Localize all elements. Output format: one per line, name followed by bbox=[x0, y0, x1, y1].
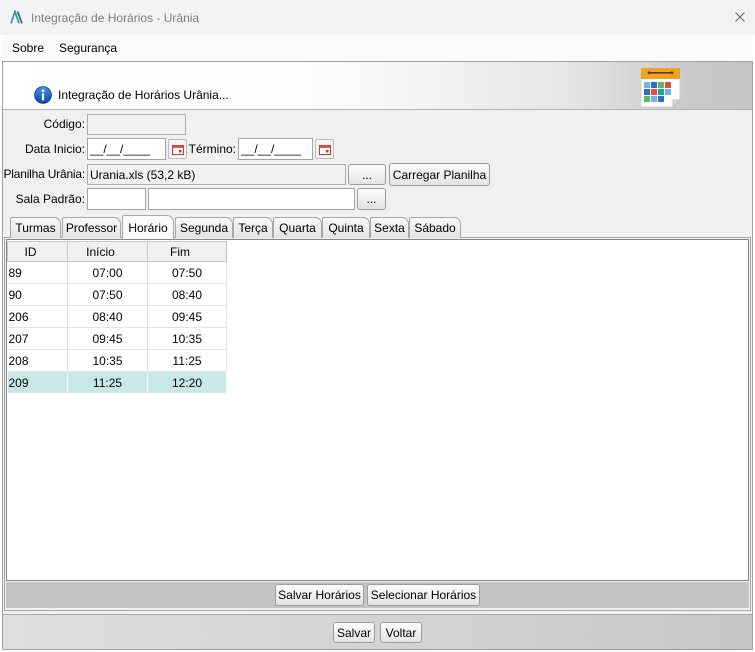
schedule-actions-bar: Salvar Horários Selecionar Horários bbox=[6, 582, 749, 608]
salvar-horarios-button[interactable]: Salvar Horários bbox=[275, 584, 364, 606]
calendar-icon bbox=[171, 144, 184, 155]
tab-strip: Turmas Professor Horário Segunda Terça Q… bbox=[10, 215, 470, 239]
cell-inicio: 11:25 bbox=[67, 371, 148, 394]
cell-id: 89 bbox=[7, 261, 68, 284]
window-body: Integração de Horários Urânia... Código: bbox=[2, 61, 753, 650]
table-row[interactable]: 206 08:40 09:45 bbox=[7, 305, 227, 328]
cell-id: 90 bbox=[7, 283, 68, 306]
cell-fim: 10:35 bbox=[147, 327, 227, 350]
menu-sobre[interactable]: Sobre bbox=[12, 35, 44, 61]
cell-inicio: 09:45 bbox=[67, 327, 148, 350]
salvar-button[interactable]: Salvar bbox=[333, 622, 375, 643]
cell-inicio: 07:00 bbox=[67, 261, 148, 284]
cell-inicio: 10:35 bbox=[67, 349, 148, 372]
cell-fim: 08:40 bbox=[147, 283, 227, 306]
cell-id: 208 bbox=[7, 349, 68, 372]
title-bar: Integração de Horários - Urânia bbox=[0, 0, 755, 35]
cell-fim: 11:25 bbox=[147, 349, 227, 372]
cell-inicio: 07:50 bbox=[67, 283, 148, 306]
termino-picker-button[interactable] bbox=[315, 139, 334, 159]
sala-padrao-code-field[interactable] bbox=[87, 188, 146, 210]
calendar-icon bbox=[318, 144, 331, 155]
planilha-browse-button[interactable]: ... bbox=[348, 164, 386, 185]
menu-bar: Sobre Segurança bbox=[2, 35, 753, 61]
column-header-fim[interactable]: Fim bbox=[147, 241, 227, 262]
termino-field[interactable] bbox=[238, 138, 313, 160]
planilha-label: Planilha Urânia: bbox=[3, 167, 85, 181]
selecionar-horarios-button[interactable]: Selecionar Horários bbox=[367, 584, 480, 606]
table-row[interactable]: 208 10:35 11:25 bbox=[7, 349, 227, 372]
table-row[interactable]: 89 07:00 07:50 bbox=[7, 261, 227, 284]
app-logo-icon bbox=[10, 10, 23, 24]
cell-fim: 07:50 bbox=[147, 261, 227, 284]
data-inicio-picker-button[interactable] bbox=[168, 139, 187, 159]
cell-inicio: 08:40 bbox=[67, 305, 148, 328]
table-row[interactable]: 207 09:45 10:35 bbox=[7, 327, 227, 350]
tab-turmas[interactable]: Turmas bbox=[10, 217, 61, 238]
footer-bar: Salvar Voltar bbox=[3, 614, 752, 649]
schedule-grid[interactable]: ID Início Fim 89 07:00 07:50 90 07:50 08… bbox=[6, 239, 749, 581]
window-title: Integração de Horários - Urânia bbox=[31, 11, 200, 25]
cell-id: 206 bbox=[7, 305, 68, 328]
cell-id: 209 bbox=[7, 371, 68, 394]
schedule-table: ID Início Fim 89 07:00 07:50 90 07:50 08… bbox=[7, 241, 227, 394]
menu-seguranca[interactable]: Segurança bbox=[59, 35, 117, 61]
carregar-planilha-button[interactable]: Carregar Planilha bbox=[389, 163, 490, 186]
close-button[interactable] bbox=[727, 4, 753, 30]
tab-horario[interactable]: Horário bbox=[122, 215, 174, 239]
tab-panel-horario: ID Início Fim 89 07:00 07:50 90 07:50 08… bbox=[4, 237, 751, 611]
tab-professor[interactable]: Professor bbox=[62, 217, 121, 238]
sala-padrao-name-field[interactable] bbox=[148, 188, 355, 210]
codigo-field[interactable] bbox=[87, 114, 186, 135]
header-banner: Integração de Horários Urânia... bbox=[3, 62, 752, 110]
tab-sexta[interactable]: Sexta bbox=[370, 217, 409, 238]
codigo-label: Código: bbox=[43, 117, 85, 131]
voltar-button[interactable]: Voltar bbox=[380, 622, 422, 643]
table-row[interactable]: 209 11:25 12:20 bbox=[7, 371, 227, 394]
close-icon bbox=[735, 12, 745, 22]
header-title: Integração de Horários Urânia... bbox=[58, 88, 229, 102]
tab-quarta[interactable]: Quarta bbox=[273, 217, 322, 238]
tab-terca[interactable]: Terça bbox=[233, 217, 273, 238]
cell-fim: 12:20 bbox=[147, 371, 227, 394]
planilha-field[interactable] bbox=[87, 164, 346, 185]
sala-padrao-label: Sala Padrão: bbox=[15, 192, 85, 206]
tab-sabado[interactable]: Sábado bbox=[409, 217, 461, 238]
column-header-id[interactable]: ID bbox=[7, 241, 68, 262]
tab-quinta[interactable]: Quinta bbox=[322, 217, 370, 238]
data-inicio-field[interactable] bbox=[87, 138, 166, 160]
sala-padrao-browse-button[interactable]: ... bbox=[357, 188, 386, 210]
termino-label: Término: bbox=[188, 142, 236, 156]
data-inicio-label: Data Inicio: bbox=[24, 142, 85, 156]
table-header-row: ID Início Fim bbox=[7, 241, 227, 262]
column-header-inicio[interactable]: Início bbox=[67, 241, 148, 262]
tab-segunda[interactable]: Segunda bbox=[175, 217, 233, 238]
cell-id: 207 bbox=[7, 327, 68, 350]
schedule-grid-icon bbox=[640, 68, 681, 108]
table-row[interactable]: 90 07:50 08:40 bbox=[7, 283, 227, 306]
cell-fim: 09:45 bbox=[147, 305, 227, 328]
info-icon bbox=[34, 86, 52, 104]
